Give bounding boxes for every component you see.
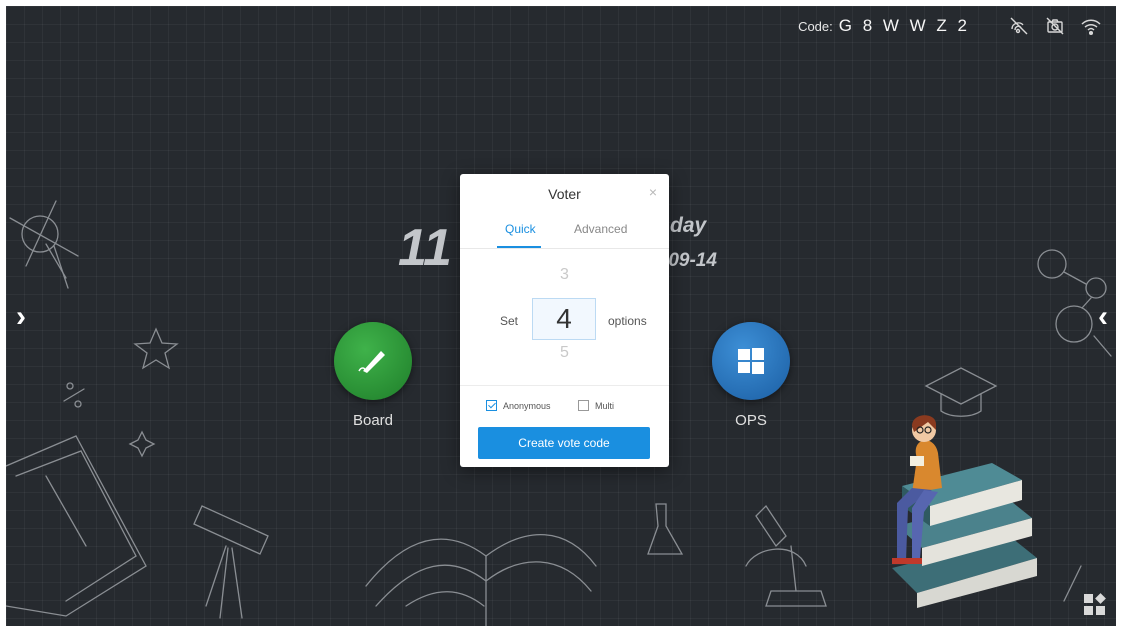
anonymous-checkbox[interactable]: Anonymous [486,400,551,411]
app-ops[interactable]: OPS [712,322,790,429]
previous-page-arrow[interactable]: ‹ [1098,302,1108,332]
multi-label: Multi [595,400,615,411]
microscope-doodle [745,504,827,607]
set-label: Set [500,314,519,328]
ruler-doodle [6,435,147,617]
app-board[interactable]: Board [334,322,412,429]
close-icon[interactable]: × [649,184,657,200]
clock-weekday: day [670,214,707,237]
camera-off-icon[interactable] [1044,15,1066,37]
pen-icon [334,322,412,400]
dialog-title: Voter [548,186,581,202]
option-count-picker[interactable]: 4 [532,298,596,340]
screen-share-off-icon[interactable] [1008,15,1030,37]
open-book-doodle [365,534,597,626]
code-label: Code: [798,18,833,34]
picker-next-value[interactable]: 5 [460,344,669,362]
clock-date: -09-14 [662,250,717,271]
tab-advanced[interactable]: Advanced [574,222,627,236]
create-vote-code-button[interactable]: Create vote code [478,427,650,459]
desktop-screen: Code: G 8 W W Z 2 › ‹ 11 day -09-14 Boar… [6,6,1116,626]
options-label: options [608,314,647,328]
app-label: Board [352,412,394,429]
tab-quick[interactable]: Quick [505,222,536,236]
all-apps-icon[interactable] [1084,593,1106,616]
status-bar: Code: G 8 W W Z 2 [798,6,1116,46]
reading-girl-illustration [892,415,1037,608]
star-doodle [133,327,179,370]
next-page-arrow[interactable]: › [16,302,26,332]
app-label: OPS [735,412,767,429]
room-code-value: G 8 W W Z 2 [838,16,970,35]
percent-doodle [63,382,85,408]
picker-previous-value[interactable]: 3 [460,266,669,284]
multi-checkbox[interactable]: Multi [578,400,614,411]
pen-doodle [1063,565,1082,602]
voter-dialog: Voter × Quick Advanced 3 Set 4 options 5… [460,174,669,467]
wifi-icon[interactable] [1080,15,1102,37]
divider [460,385,669,386]
anonymous-label: Anonymous [503,400,551,411]
clock-time: 11 [398,219,452,277]
plus-doodle [128,430,156,458]
voter-tabs: Quick Advanced [460,220,669,249]
airplane-doodle [9,200,79,289]
telescope-doodle [193,505,269,619]
flask-doodle [647,503,684,555]
windows-icon [712,322,790,400]
checkbox-unchecked-icon [578,400,589,411]
checkbox-checked-icon [486,400,497,411]
active-tab-indicator [497,246,541,248]
